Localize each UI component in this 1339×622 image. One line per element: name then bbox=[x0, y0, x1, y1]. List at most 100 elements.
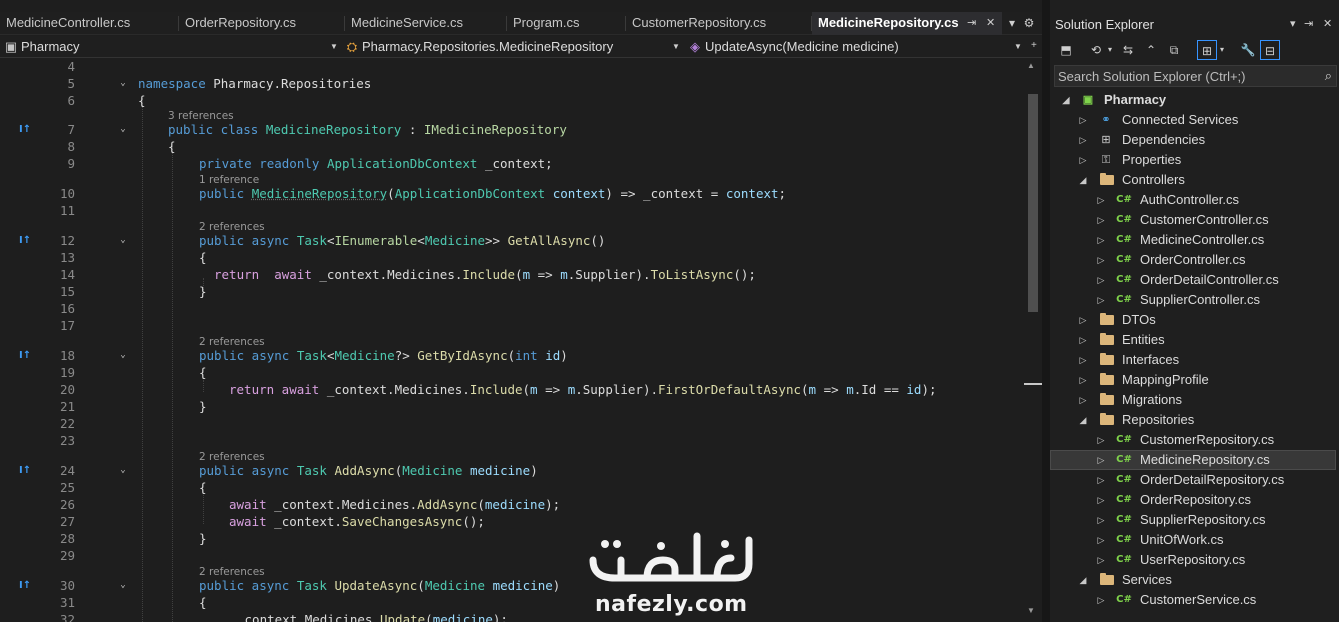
tree-item-file[interactable]: ▷ C# SupplierRepository.cs bbox=[1050, 510, 1336, 530]
expanded-caret-icon[interactable]: ◢ bbox=[1077, 570, 1089, 590]
tree-item-file[interactable]: ▷ C# SupplierController.cs bbox=[1050, 290, 1336, 310]
split-editor-icon[interactable]: + bbox=[1031, 36, 1037, 56]
search-icon[interactable]: ⌕ bbox=[1325, 68, 1332, 84]
implementation-glyph-icon[interactable]: I↑ bbox=[19, 347, 37, 364]
tree-item-file[interactable]: ▷ C# UserRepository.cs bbox=[1050, 550, 1336, 570]
collapse-icon[interactable]: ⌄ bbox=[117, 232, 129, 249]
tree-item-mappingprofile[interactable]: ▷ MappingProfile bbox=[1050, 370, 1336, 390]
collapse-icon[interactable]: ⌄ bbox=[117, 577, 129, 594]
collapsed-caret-icon[interactable]: ▷ bbox=[1095, 210, 1107, 230]
preview-selected-items-icon[interactable]: ⊟ bbox=[1260, 40, 1280, 60]
collapsed-caret-icon[interactable]: ▷ bbox=[1077, 310, 1089, 330]
filter-dropdown-icon[interactable]: ▾ bbox=[1220, 40, 1224, 60]
collapsed-caret-icon[interactable]: ▷ bbox=[1095, 590, 1107, 610]
auto-hide-pin-icon[interactable]: ⇥ bbox=[1304, 17, 1313, 30]
collapsed-caret-icon[interactable]: ▷ bbox=[1095, 550, 1107, 570]
collapsed-caret-icon[interactable]: ▷ bbox=[1095, 470, 1107, 490]
tree-item-pharmacy[interactable]: ◢ ▣ Pharmacy bbox=[1050, 90, 1336, 110]
code-area[interactable]: 4 5 ⌄ namespace Pharmacy.Repositories 6{ 3… bbox=[0, 58, 1024, 622]
collapsed-caret-icon[interactable]: ▷ bbox=[1095, 270, 1107, 290]
tree-item-file[interactable]: ▷ C# MedicineController.cs bbox=[1050, 230, 1336, 250]
expanded-caret-icon[interactable]: ◢ bbox=[1077, 170, 1089, 190]
tree-item-interfaces[interactable]: ▷ Interfaces bbox=[1050, 350, 1336, 370]
type-dropdown[interactable]: ⛭ Pharmacy.Repositories.MedicineRepositor… bbox=[345, 37, 681, 57]
tree-item-file[interactable]: ▷ C# CustomerController.cs bbox=[1050, 210, 1336, 230]
collapsed-caret-icon[interactable]: ▷ bbox=[1095, 510, 1107, 530]
collapse-icon[interactable]: ⌄ bbox=[117, 75, 129, 92]
close-icon[interactable]: ✕ bbox=[1323, 17, 1332, 30]
tab-overflow-dropdown-icon[interactable]: ▾ bbox=[1005, 12, 1019, 35]
collapsed-caret-icon[interactable]: ▷ bbox=[1095, 230, 1107, 250]
tab-order-repository[interactable]: OrderRepository.cs bbox=[179, 12, 344, 35]
tree-item-entities[interactable]: ▷ Entities bbox=[1050, 330, 1336, 350]
settings-gear-icon[interactable]: ⚙ bbox=[1022, 12, 1036, 35]
collapsed-caret-icon[interactable]: ▷ bbox=[1077, 370, 1089, 390]
tree-item-migrations[interactable]: ▷ Migrations bbox=[1050, 390, 1336, 410]
collapsed-caret-icon[interactable]: ▷ bbox=[1077, 110, 1089, 130]
solution-search-box[interactable]: ⌕ bbox=[1054, 65, 1337, 87]
tree-item-file[interactable]: ▷ C# UnitOfWork.cs bbox=[1050, 530, 1336, 550]
tree-item-file[interactable]: ▷ C# AuthController.cs bbox=[1050, 190, 1336, 210]
collapsed-caret-icon[interactable]: ▷ bbox=[1077, 330, 1089, 350]
implementation-glyph-icon[interactable]: I↑ bbox=[19, 577, 37, 594]
pin-icon[interactable]: ⇥ bbox=[967, 12, 976, 34]
scroll-down-icon[interactable]: ▼ bbox=[1027, 606, 1035, 615]
collapse-all-icon[interactable]: ⌃ bbox=[1141, 40, 1161, 60]
tree-item-services[interactable]: ◢ Services bbox=[1050, 570, 1336, 590]
collapsed-caret-icon[interactable]: ▷ bbox=[1077, 130, 1089, 150]
filter-icon[interactable]: ⊞ bbox=[1197, 40, 1217, 60]
tree-item-dependencies[interactable]: ▷ ⊞ Dependencies bbox=[1050, 130, 1336, 150]
properties-wrench-icon[interactable]: 🔧 bbox=[1238, 40, 1258, 60]
show-all-files-icon[interactable]: ⧉ bbox=[1164, 40, 1184, 60]
pane-splitter[interactable] bbox=[1042, 0, 1050, 622]
collapsed-caret-icon[interactable]: ▷ bbox=[1095, 190, 1107, 210]
tree-item-file[interactable]: ▷ C# OrderDetailController.cs bbox=[1050, 270, 1336, 290]
tree-item-connected-services[interactable]: ▷ ⚭ Connected Services bbox=[1050, 110, 1336, 130]
collapsed-caret-icon[interactable]: ▷ bbox=[1095, 290, 1107, 310]
expanded-caret-icon[interactable]: ◢ bbox=[1077, 410, 1089, 430]
expanded-caret-icon[interactable]: ◢ bbox=[1060, 90, 1072, 110]
collapsed-caret-icon[interactable]: ▷ bbox=[1095, 450, 1107, 470]
collapse-icon[interactable]: ⌄ bbox=[117, 121, 129, 138]
sync-with-document-icon[interactable]: ⇆ bbox=[1118, 40, 1138, 60]
scrollbar-thumb[interactable] bbox=[1028, 94, 1038, 312]
collapse-icon[interactable]: ⌄ bbox=[117, 462, 129, 479]
project-dropdown[interactable]: ▣ Pharmacy ▼ bbox=[4, 37, 340, 57]
tree-item-file[interactable]: ▷ C# CustomerRepository.cs bbox=[1050, 430, 1336, 450]
scroll-up-icon[interactable]: ▲ bbox=[1027, 61, 1035, 70]
collapsed-caret-icon[interactable]: ▷ bbox=[1077, 350, 1089, 370]
tab-medicine-repository[interactable]: MedicineRepository.cs ⇥ ✕ bbox=[812, 12, 1002, 35]
collapsed-caret-icon[interactable]: ▷ bbox=[1095, 490, 1107, 510]
implementation-glyph-icon[interactable]: I↑ bbox=[19, 121, 37, 138]
collapsed-caret-icon[interactable]: ▷ bbox=[1077, 390, 1089, 410]
implementation-glyph-icon[interactable]: I↑ bbox=[19, 462, 37, 479]
tree-item-file[interactable]: ▷ C# OrderDetailRepository.cs bbox=[1050, 470, 1336, 490]
tree-item-dtos[interactable]: ▷ DTOs bbox=[1050, 310, 1336, 330]
switch-views-icon[interactable]: ⬒ bbox=[1056, 40, 1076, 60]
collapsed-caret-icon[interactable]: ▷ bbox=[1095, 530, 1107, 550]
window-position-dropdown-icon[interactable]: ▾ bbox=[1290, 17, 1296, 30]
tree-item-file[interactable]: ▷ C# OrderRepository.cs bbox=[1050, 490, 1336, 510]
tab-medicine-service[interactable]: MedicineService.cs bbox=[345, 12, 506, 35]
vertical-scrollbar[interactable]: ▲ ▼ bbox=[1024, 58, 1042, 622]
implementation-glyph-icon[interactable]: I↑ bbox=[19, 232, 37, 249]
tab-customer-repository[interactable]: CustomerRepository.cs bbox=[626, 12, 811, 35]
tree-item-file-selected[interactable]: ▷ C# MedicineRepository.cs bbox=[1050, 450, 1336, 470]
code-editor[interactable]: MedicineController.cs OrderRepository.cs… bbox=[0, 0, 1042, 622]
search-input[interactable] bbox=[1058, 68, 1308, 84]
tree-item-file[interactable]: ▷ C# OrderController.cs bbox=[1050, 250, 1336, 270]
tree-item-file[interactable]: ▷ C# CustomerService.cs bbox=[1050, 590, 1336, 610]
tree-item-controllers[interactable]: ◢ Controllers bbox=[1050, 170, 1336, 190]
collapsed-caret-icon[interactable]: ▷ bbox=[1095, 430, 1107, 450]
history-dropdown-icon[interactable]: ▾ bbox=[1108, 40, 1112, 60]
history-icon[interactable]: ⟲ bbox=[1086, 40, 1106, 60]
tab-medicine-controller[interactable]: MedicineController.cs bbox=[0, 12, 177, 35]
tree-item-repositories[interactable]: ◢ Repositories bbox=[1050, 410, 1336, 430]
tree-item-properties[interactable]: ▷ ⚿ Properties bbox=[1050, 150, 1336, 170]
close-icon[interactable]: ✕ bbox=[986, 12, 995, 34]
collapse-icon[interactable]: ⌄ bbox=[117, 347, 129, 364]
tab-program[interactable]: Program.cs bbox=[507, 12, 625, 35]
collapsed-caret-icon[interactable]: ▷ bbox=[1095, 250, 1107, 270]
collapsed-caret-icon[interactable]: ▷ bbox=[1077, 150, 1089, 170]
member-dropdown[interactable]: ◈ UpdateAsync(Medicine medicine) ▼ bbox=[688, 37, 1026, 57]
